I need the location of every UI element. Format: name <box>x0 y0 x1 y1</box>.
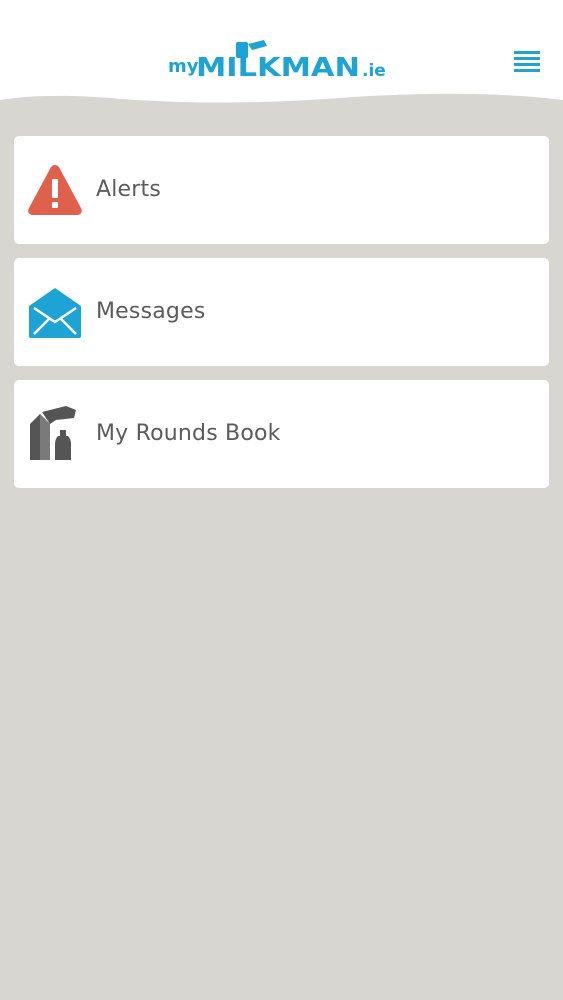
milk-delivery-icon <box>30 406 76 460</box>
messages-label: Messages <box>96 299 206 324</box>
warning-triangle-icon <box>28 165 82 215</box>
logo-main: MILKMAN <box>196 53 360 83</box>
alerts-label: Alerts <box>96 177 162 202</box>
envelope-icon <box>29 288 81 338</box>
hamburger-menu-button[interactable] <box>509 46 545 78</box>
logo-wordmark: my MILKMAN .ie <box>168 40 386 83</box>
app-header: my MILKMAN .ie <box>0 0 563 112</box>
rounds-book-label: My Rounds Book <box>96 421 281 446</box>
logo-suffix: .ie <box>362 61 386 81</box>
mymilkman-logo[interactable]: my MILKMAN .ie <box>168 36 396 84</box>
logo-prefix: my <box>168 56 199 77</box>
main-menu-list: Alerts Messages My Rounds Book <box>14 136 549 502</box>
rounds-book-menu-item[interactable]: My Rounds Book <box>14 380 549 488</box>
messages-menu-item[interactable]: Messages <box>14 258 549 366</box>
hamburger-menu-icon <box>514 51 540 72</box>
alerts-menu-item[interactable]: Alerts <box>14 136 549 244</box>
